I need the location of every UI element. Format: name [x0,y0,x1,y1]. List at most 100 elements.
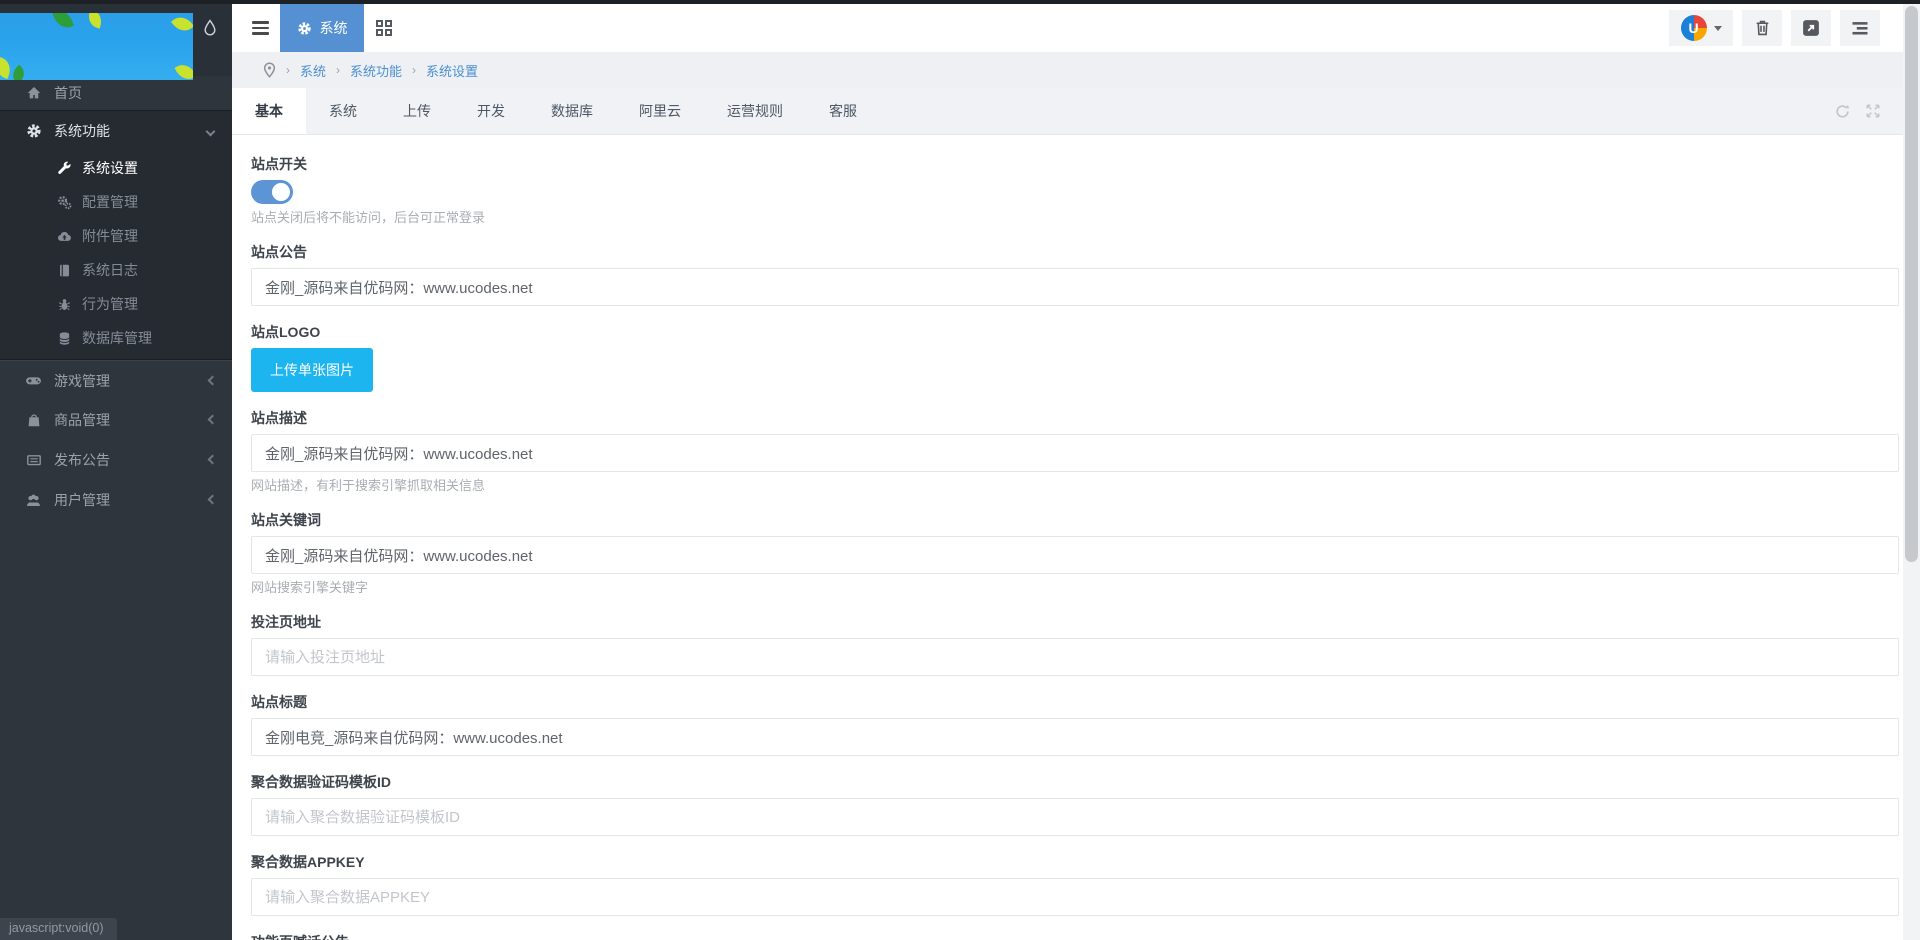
sidebar-item-label: 系统功能 [54,123,110,139]
hamburger-icon[interactable] [240,4,280,52]
tab-upload[interactable]: 上传 [380,88,454,134]
breadcrumb-link-system-settings[interactable]: 系统设置 [426,61,478,80]
site-announcement-input[interactable] [251,268,1899,306]
field-site-logo: 站点LOGO 上传单张图片 [251,323,1899,392]
database-icon [57,331,72,346]
sidebar-item-users[interactable]: 用户管理 [0,480,232,520]
chevron-left-icon [207,414,218,425]
sidebar-submenu: 系统设置 配置管理 附件管理 系统日志 行为管理 数据库管理 [0,151,232,359]
breadcrumb-separator: › [336,63,341,77]
tab-aliyun[interactable]: 阿里云 [616,88,704,134]
site-title-input[interactable] [251,718,1899,756]
sidebar-item-label: 附件管理 [82,228,138,244]
field-site-switch: 站点开关 站点关闭后将不能访问，后台可正常登录 [251,155,1899,226]
field-juhe-appkey: 聚合数据APPKEY [251,853,1899,916]
field-label: 功能页喊话公告 [251,933,1899,940]
tabbar-tools [1834,88,1881,134]
sidebar-item-label: 发布公告 [54,452,110,468]
sidebar-item-label: 系统设置 [82,160,138,176]
field-label: 聚合数据验证码模板ID [251,774,391,790]
sidebar: 首页 系统功能 系统设置 配置管理 附件管理 系统日志 行为管理 数据库管理 游… [0,0,232,940]
upload-image-button[interactable]: 上传单张图片 [251,348,373,392]
expand-icon[interactable] [1865,103,1881,119]
user-avatar-dropdown[interactable]: U [1669,10,1733,46]
sidebar-item-announcements[interactable]: 发布公告 [0,440,232,480]
settings-form: 站点开关 站点关闭后将不能访问，后台可正常登录 站点公告 站点LOGO 上传单张… [232,135,1903,940]
sidebar-item-system-settings[interactable]: 系统设置 [0,151,232,185]
chevron-left-icon [207,454,218,465]
site-switch-toggle[interactable] [251,180,293,204]
sidebar-item-label: 配置管理 [82,194,138,210]
trash-button[interactable] [1742,10,1782,46]
tab-develop[interactable]: 开发 [454,88,528,134]
tab-database[interactable]: 数据库 [528,88,616,134]
list-icon [1852,21,1868,34]
field-label: 站点LOGO [251,324,321,340]
wrench-icon [57,161,72,176]
page-scrollbar[interactable] [1903,4,1920,940]
field-label: 站点关键词 [251,512,321,528]
chevron-left-icon [207,494,218,505]
apps-grid-icon[interactable] [364,4,404,52]
scrollbar-thumb[interactable] [1905,6,1918,562]
tab-system[interactable]: 系统 [306,88,380,134]
field-hint: 网站描述，有利于搜索引擎抓取相关信息 [251,478,486,493]
chevron-down-icon [205,126,216,137]
external-link-button[interactable] [1791,10,1831,46]
field-label: 投注页地址 [251,614,321,630]
topbar: 系统 U [232,4,1903,52]
sidebar-menu: 首页 系统功能 系统设置 配置管理 附件管理 系统日志 行为管理 数据库管理 游… [0,76,232,520]
betting-page-url-input[interactable] [251,638,1899,676]
sidebar-item-attachments[interactable]: 附件管理 [0,219,232,253]
gamepad-icon [25,372,42,389]
field-hint: 网站搜索引擎关键字 [251,580,369,595]
bug-icon [57,297,72,312]
sidebar-item-home[interactable]: 首页 [0,76,232,110]
newspaper-icon [25,452,42,469]
site-keywords-input[interactable] [251,536,1899,574]
sidebar-group-system: 系统功能 系统设置 配置管理 附件管理 系统日志 行为管理 数据库管理 [0,110,232,360]
topbar-tab-label: 系统 [319,20,348,36]
field-label: 聚合数据APPKEY [251,854,365,870]
map-marker-icon [263,62,276,78]
field-label: 站点描述 [251,410,307,426]
field-betting-page-url: 投注页地址 [251,613,1899,676]
site-logo-banner[interactable] [0,13,193,80]
sidebar-item-label: 游戏管理 [54,372,110,389]
tab-customer-service[interactable]: 客服 [806,88,880,134]
tab-operation-rules[interactable]: 运营规则 [704,88,806,134]
caret-down-icon [1713,25,1722,31]
field-label: 站点开关 [251,156,307,172]
sidebar-header [0,0,232,80]
sidebar-item-label: 行为管理 [82,296,138,312]
list-button[interactable] [1840,10,1880,46]
breadcrumb-link-system-functions[interactable]: 系统功能 [350,61,402,80]
topbar-right-group: U [1669,4,1880,52]
field-site-announcement: 站点公告 [251,243,1899,306]
sidebar-item-label: 商品管理 [54,412,110,428]
sidebar-item-label: 用户管理 [54,492,110,508]
sidebar-item-behavior[interactable]: 行为管理 [0,287,232,321]
tab-basic[interactable]: 基本 [232,88,306,134]
field-juhe-captcha-template-id: 聚合数据验证码模板ID [251,773,1899,836]
juhe-appkey-input[interactable] [251,878,1899,916]
breadcrumb-separator: › [286,63,290,77]
leaf-decoration [52,13,74,32]
breadcrumb-link-system[interactable]: 系统 [300,61,326,80]
topbar-tab-system[interactable]: 系统 [280,4,364,52]
sidebar-item-products[interactable]: 商品管理 [0,400,232,440]
sidebar-item-games[interactable]: 游戏管理 [0,360,232,400]
droplet-icon[interactable] [192,14,228,44]
sidebar-item-label: 系统日志 [82,262,138,278]
juhe-captcha-template-id-input[interactable] [251,798,1899,836]
sidebar-item-system-functions[interactable]: 系统功能 [0,111,232,151]
sidebar-item-system-logs[interactable]: 系统日志 [0,253,232,287]
trash-icon [1756,20,1768,36]
sidebar-item-config[interactable]: 配置管理 [0,185,232,219]
breadcrumb-separator: › [412,63,417,77]
field-function-page-notice: 功能页喊话公告 [251,933,1899,940]
sidebar-item-database[interactable]: 数据库管理 [0,321,232,355]
field-label: 站点公告 [251,244,307,260]
site-description-input[interactable] [251,434,1899,472]
refresh-icon[interactable] [1834,103,1851,120]
